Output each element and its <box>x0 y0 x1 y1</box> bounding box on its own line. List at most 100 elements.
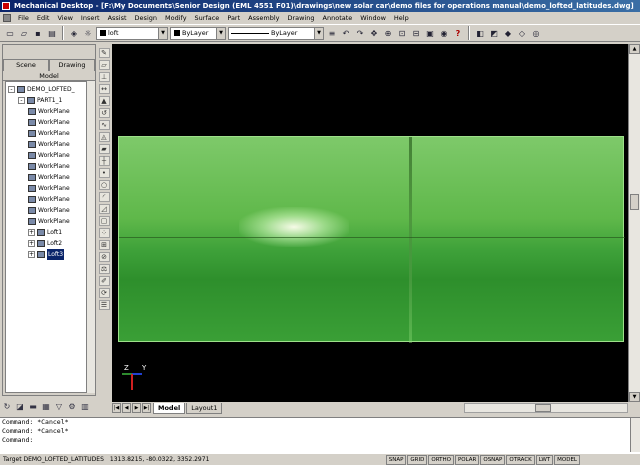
zoom-realtime-icon[interactable]: ⊕ <box>382 27 394 39</box>
chamfer-icon[interactable]: ◿ <box>98 204 110 214</box>
vertical-scrollbar[interactable]: ▲ ▼ <box>628 44 640 402</box>
tree-node[interactable]: WorkPlane <box>28 194 70 205</box>
menu-annotate[interactable]: Annotate <box>319 12 357 24</box>
menu-assembly[interactable]: Assembly <box>244 12 283 24</box>
sweep-icon[interactable]: ∿ <box>98 120 110 130</box>
new-file-icon[interactable]: ▭ <box>4 27 16 39</box>
menu-assist[interactable]: Assist <box>104 12 131 24</box>
document-icon[interactable] <box>3 14 11 22</box>
tree-node[interactable]: + Loft3 <box>28 249 65 260</box>
ortho-toggle[interactable]: ORTHO <box>428 454 454 465</box>
horizontal-scrollbar[interactable] <box>464 403 628 413</box>
update-icon[interactable]: ↻ <box>2 401 12 411</box>
layer-dropdown[interactable]: loft ▼ <box>96 26 168 40</box>
expand-toggle-icon[interactable]: + <box>28 229 35 236</box>
tree-node[interactable]: WorkPlane <box>28 161 70 172</box>
menu-window[interactable]: Window <box>356 12 390 24</box>
menu-insert[interactable]: Insert <box>77 12 104 24</box>
tree-node[interactable]: + Loft1 <box>28 227 62 238</box>
expand-toggle-icon[interactable]: + <box>28 251 35 258</box>
tree-node[interactable]: - PART1_1 <box>18 95 62 106</box>
tab-model[interactable]: Model <box>3 71 95 81</box>
part-icon[interactable]: ◪ <box>15 401 25 411</box>
zoom-previous-icon[interactable]: ⊟ <box>410 27 422 39</box>
redo-icon[interactable]: ↷ <box>354 27 366 39</box>
extrude-icon[interactable]: ▲ <box>98 96 110 106</box>
command-prompt[interactable]: Command: <box>2 436 640 445</box>
arrange-icon[interactable]: ▥ <box>80 401 90 411</box>
view-iso-icon[interactable]: ◩ <box>488 27 500 39</box>
help-icon[interactable]: ? <box>452 27 464 39</box>
edit-feature-icon[interactable]: ✐ <box>98 276 110 286</box>
menu-view[interactable]: View <box>53 12 76 24</box>
constraint-icon[interactable]: ⊥ <box>98 72 110 82</box>
tab-layout1[interactable]: Layout1 <box>186 402 223 414</box>
tab-model-layout[interactable]: Model <box>153 402 186 414</box>
pan-icon[interactable]: ✥ <box>368 27 380 39</box>
hscroll-thumb[interactable] <box>535 404 551 412</box>
folder-icon[interactable]: ▬ <box>28 401 38 411</box>
model-toggle[interactable]: MODEL <box>554 454 580 465</box>
polar-toggle[interactable]: POLAR <box>454 454 480 465</box>
workpoint-icon[interactable]: • <box>98 168 110 178</box>
print-icon[interactable]: ▤ <box>46 27 58 39</box>
revolve-icon[interactable]: ↺ <box>98 108 110 118</box>
model-viewport[interactable]: Z Y <box>112 44 628 402</box>
menu-modify[interactable]: Modify <box>161 12 191 24</box>
app-icon[interactable] <box>2 2 10 10</box>
menu-part[interactable]: Part <box>223 12 244 24</box>
scroll-thumb[interactable] <box>630 194 639 210</box>
tree-node[interactable]: WorkPlane <box>28 128 70 139</box>
filter-icon[interactable]: ▽ <box>54 401 64 411</box>
tree-node[interactable]: WorkPlane <box>28 205 70 216</box>
chevron-down-icon[interactable]: ▼ <box>158 27 167 39</box>
first-tab-icon[interactable]: |◀ <box>112 403 121 413</box>
mass-properties-icon[interactable]: ⚖ <box>98 264 110 274</box>
design-center-icon[interactable]: ◉ <box>438 27 450 39</box>
fillet-icon[interactable]: ◜ <box>98 192 110 202</box>
linetype-dropdown[interactable]: ByLayer ▼ <box>228 26 324 40</box>
prev-tab-icon[interactable]: ◀ <box>122 403 131 413</box>
workaxis-icon[interactable]: ┼ <box>98 156 110 166</box>
properties-icon[interactable]: ▣ <box>424 27 436 39</box>
command-scrollbar[interactable] <box>630 418 640 452</box>
lwt-toggle[interactable]: LWT <box>535 454 554 465</box>
otrack-toggle[interactable]: OTRACK <box>506 454 535 465</box>
tree-node[interactable]: WorkPlane <box>28 183 70 194</box>
tree-node[interactable]: WorkPlane <box>28 150 70 161</box>
tree-node[interactable]: WorkPlane <box>28 216 70 227</box>
undo-icon[interactable]: ↶ <box>340 27 352 39</box>
hole-icon[interactable]: ○ <box>98 180 110 190</box>
menu-help[interactable]: Help <box>390 12 413 24</box>
orbit-icon[interactable]: ◎ <box>530 27 542 39</box>
tree-node[interactable]: + Loft2 <box>28 238 62 249</box>
combine-icon[interactable]: ⊞ <box>98 240 110 250</box>
snap-toggle[interactable]: SNAP <box>385 454 407 465</box>
scroll-up-icon[interactable]: ▲ <box>629 44 640 54</box>
tree-node[interactable]: - DEMO_LOFTED_ <box>8 84 75 95</box>
tab-scene[interactable]: Scene <box>3 59 49 71</box>
tree-node[interactable]: WorkPlane <box>28 106 70 117</box>
shade-icon[interactable]: ◆ <box>502 27 514 39</box>
chevron-down-icon[interactable]: ▼ <box>216 27 225 39</box>
tab-drawing[interactable]: Drawing <box>49 59 95 71</box>
tree-node[interactable]: WorkPlane <box>28 117 70 128</box>
update-part-icon[interactable]: ⟳ <box>98 288 110 298</box>
light-bulb-icon[interactable]: ☼ <box>82 27 94 39</box>
tree-node[interactable]: WorkPlane <box>28 139 70 150</box>
layer-manager-icon[interactable]: ◈ <box>68 27 80 39</box>
last-tab-icon[interactable]: ▶| <box>142 403 151 413</box>
command-window[interactable]: Command: *Cancel* Command: *Cancel* Comm… <box>0 417 640 453</box>
lofted-surface[interactable] <box>118 136 625 343</box>
options-icon[interactable]: ⚙ <box>67 401 77 411</box>
tree-scrollbar[interactable] <box>87 81 95 393</box>
open-folder-icon[interactable]: ▱ <box>18 27 30 39</box>
save-icon[interactable]: ▪ <box>32 27 44 39</box>
workplane-icon[interactable]: ▰ <box>98 144 110 154</box>
menu-drawing[interactable]: Drawing <box>284 12 319 24</box>
osnap-toggle[interactable]: OSNAP <box>480 454 506 465</box>
menu-file[interactable]: File <box>14 12 33 24</box>
scroll-down-icon[interactable]: ▼ <box>629 392 640 402</box>
expand-toggle-icon[interactable]: - <box>18 97 25 104</box>
render-icon[interactable]: ◇ <box>516 27 528 39</box>
